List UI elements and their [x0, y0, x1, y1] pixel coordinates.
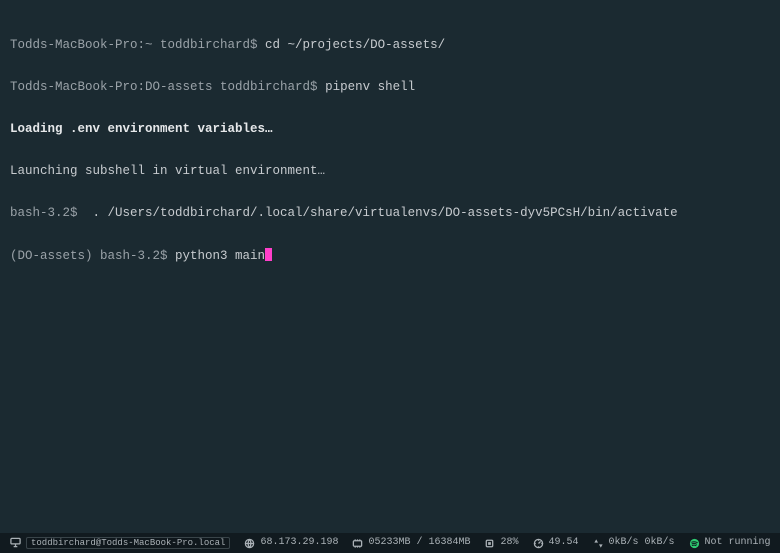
globe-icon — [244, 538, 255, 549]
status-cpu-label: 28% — [500, 537, 518, 548]
shell-prompt: Todds-MacBook-Pro:DO-assets toddbirchard… — [10, 80, 325, 94]
shell-line: bash-3.2$ . /Users/toddbirchard/.local/s… — [10, 206, 770, 220]
shell-prompt: bash-3.2$ — [10, 206, 93, 220]
status-spotify: Not running — [689, 537, 771, 548]
shell-line: Todds-MacBook-Pro:~ toddbirchard$ cd ~/p… — [10, 38, 770, 52]
status-ip: 68.173.29.198 — [244, 537, 338, 548]
shell-line: (DO-assets) bash-3.2$ python3 main — [10, 248, 770, 263]
status-temp-label: 49.54 — [549, 537, 579, 548]
status-temp: 49.54 — [533, 537, 579, 548]
traffic-icon — [593, 538, 604, 549]
status-cpu: 28% — [484, 537, 518, 548]
shell-line: Todds-MacBook-Pro:DO-assets toddbirchard… — [10, 80, 770, 94]
shell-output: Launching subshell in virtual environmen… — [10, 164, 770, 178]
spotify-icon — [689, 538, 700, 549]
memory-icon — [352, 538, 363, 549]
statusbar: toddbirchard@Todds-MacBook-Pro.local 68.… — [0, 533, 780, 553]
status-memory-label: 05233MB / 16384MB — [368, 537, 470, 548]
status-network-label: 0kB/s 0kB/s — [609, 537, 675, 548]
status-host-label: toddbirchard@Todds-MacBook-Pro.local — [26, 537, 230, 549]
shell-prompt: Todds-MacBook-Pro:~ toddbirchard$ — [10, 38, 265, 52]
cpu-icon — [484, 538, 495, 549]
shell-command: pipenv shell — [325, 80, 415, 94]
terminal-output[interactable]: Todds-MacBook-Pro:~ toddbirchard$ cd ~/p… — [10, 10, 770, 529]
shell-command: cd ~/projects/DO-assets/ — [265, 38, 445, 52]
status-spotify-label: Not running — [705, 537, 771, 548]
computer-icon — [10, 537, 21, 548]
shell-command: python3 main — [175, 249, 265, 263]
shell-output: Loading .env environment variables… — [10, 122, 770, 136]
shell-prompt: (DO-assets) bash-3.2$ — [10, 249, 175, 263]
status-memory: 05233MB / 16384MB — [352, 537, 470, 548]
status-ip-label: 68.173.29.198 — [260, 537, 338, 548]
shell-command: . /Users/toddbirchard/.local/share/virtu… — [93, 206, 678, 220]
cursor — [265, 248, 272, 261]
status-network: 0kB/s 0kB/s — [593, 537, 675, 548]
status-host: toddbirchard@Todds-MacBook-Pro.local — [10, 537, 230, 549]
temperature-icon — [533, 538, 544, 549]
